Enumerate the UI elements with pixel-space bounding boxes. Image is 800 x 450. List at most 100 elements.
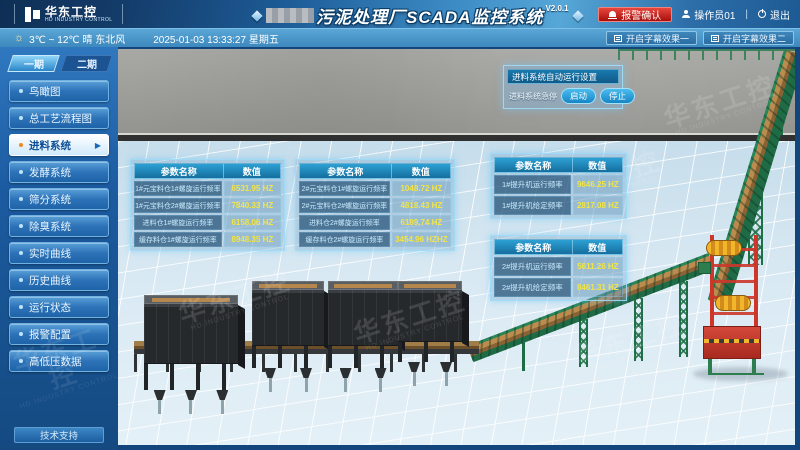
param-value-cell: 7840.33 HZ <box>224 198 281 213</box>
stop-button[interactable]: 停止 <box>600 88 635 104</box>
param-name-cell: 2#提升机运行频率 <box>494 257 571 276</box>
param-panel-silo-2: 参数名称数值 2#元宝料仓1#螺旋运行频率1048.72 HZ 2#元宝料仓2#… <box>295 159 455 251</box>
column-header: 参数名称 <box>300 164 392 178</box>
elevator-legs <box>708 359 764 375</box>
weather-icon: ☼ <box>14 32 24 44</box>
conveyor-leg <box>522 342 525 371</box>
person-icon <box>682 10 690 18</box>
hopper-legs <box>328 346 398 368</box>
table-row: 缓存料仓2#螺旋运行频率3454.96 HZHZ <box>299 232 451 247</box>
censored-plant-name <box>266 8 314 23</box>
param-value-cell: 8461.31 HZ <box>573 278 623 297</box>
datetime-text: 2025-01-03 13:33:27 星期五 <box>153 31 279 46</box>
param-name-cell: 缓存料仓2#螺旋运行频率 <box>299 232 390 247</box>
sidebar-item-fermentation-system[interactable]: 发酵系统 <box>9 161 109 183</box>
chevron-right-icon: ▶ <box>95 141 101 150</box>
sidebar-item-screening-system[interactable]: 筛分系统 <box>9 188 109 210</box>
sidebar: 一期 二期 鸟瞰图 总工艺流程图 进料系统▶ 发酵系统 筛分系统 除臭系统 实时… <box>0 47 118 450</box>
bullet-icon <box>19 305 23 309</box>
elevator-car <box>703 326 761 359</box>
table-row: 1#元宝料仓1#螺旋运行频率6531.95 HZ <box>134 181 281 196</box>
hopper-feeders <box>328 368 398 378</box>
logout-button[interactable]: 退出 <box>758 7 790 22</box>
sidebar-item-hv-lv-data[interactable]: 高低压数据 <box>9 350 109 372</box>
status-bar: ☼ 3℃ ~ 12℃ 晴 东北风 2025-01-03 13:33:27 星期五… <box>0 28 800 47</box>
diamond-icon <box>572 10 583 21</box>
floor-tabs: 一期 二期 <box>10 55 110 72</box>
param-value-cell: 5611.26 HZ <box>573 257 623 276</box>
table-row: 缓存料仓1#螺旋运行频率8948.35 HZ <box>134 232 281 247</box>
bullet-icon <box>19 332 23 336</box>
param-panel-elevator-1: 参数名称数值 1#提升机运行频率9646.25 HZ 1#提升机给定频率2817… <box>490 153 627 219</box>
roller-drum <box>706 240 742 256</box>
hopper-legs <box>398 342 462 362</box>
page-title-group: 污泥处理厂SCADA监控系统 V2.0.1 <box>248 3 587 28</box>
hopper-top <box>328 281 398 290</box>
tab-phase-2[interactable]: 二期 <box>60 55 113 72</box>
sidebar-item-run-status[interactable]: 运行状态 <box>9 296 109 318</box>
param-name-cell: 1#元宝料仓1#螺旋运行频率 <box>134 181 222 196</box>
param-value-cell: 6531.95 HZ <box>224 181 281 196</box>
sidebar-item-birdview[interactable]: 鸟瞰图 <box>9 80 109 102</box>
hopper-legs <box>144 364 238 390</box>
subtitle-icon <box>711 35 719 42</box>
param-value-cell: 6189.74 HZ <box>392 215 451 230</box>
hopper-top <box>398 281 462 290</box>
param-panel-elevator-2: 参数名称数值 2#提升机运行频率5611.26 HZ 2#提升机给定频率8461… <box>490 235 627 301</box>
road <box>118 49 795 133</box>
param-name-cell: 1#提升机给定频率 <box>494 196 571 215</box>
bullet-icon <box>19 89 23 93</box>
conveyor-leg <box>679 281 688 357</box>
tab-phase-1[interactable]: 一期 <box>7 55 60 72</box>
alarm-confirm-button[interactable]: 报警确认 <box>598 7 672 22</box>
sidebar-item-history-curve[interactable]: 历史曲线 <box>9 269 109 291</box>
param-value-cell: 6158.06 HZ <box>224 215 281 230</box>
bullet-icon <box>19 251 23 255</box>
bullet-icon <box>19 359 23 363</box>
column-header: 数值 <box>224 164 280 178</box>
bullet-icon <box>19 197 23 201</box>
page-title: 污泥处理厂SCADA监控系统 <box>316 3 543 28</box>
operator-badge[interactable]: 操作员01 <box>682 7 735 22</box>
param-name-cell: 缓存料仓1#螺旋运行频率 <box>134 232 222 247</box>
sidebar-item-alarm-config[interactable]: 报警配置 <box>9 323 109 345</box>
logo-title: 华东工控 <box>45 6 112 18</box>
top-header: 华东工控 HD INDUSTRY CONTROL 污泥处理厂SCADA监控系统 … <box>0 0 800 28</box>
column-header: 参数名称 <box>135 164 224 178</box>
sidebar-item-feed-system[interactable]: 进料系统▶ <box>9 134 109 156</box>
hopper-3 <box>328 281 398 392</box>
param-value-cell: 2817.08 HZ <box>573 196 623 215</box>
table-row: 2#提升机运行频率5611.26 HZ <box>494 257 623 276</box>
start-button[interactable]: 启动 <box>561 88 596 104</box>
feed-autorun-dialog: 进料系统自动运行设置 进料系统急停 启动 停止 <box>503 65 623 109</box>
dialog-row-label: 进料系统急停 <box>509 91 557 102</box>
weather-text: 3℃ ~ 12℃ 晴 东北风 <box>29 31 125 46</box>
sidebar-item-process-flow[interactable]: 总工艺流程图 <box>9 107 109 129</box>
hopper-front <box>144 304 238 364</box>
param-name-cell: 进料仓2#螺旋运行频率 <box>299 215 390 230</box>
hopper-top <box>144 295 238 304</box>
hopper-pipes <box>398 372 462 386</box>
sidebar-item-realtime-curve[interactable]: 实时曲线 <box>9 242 109 264</box>
logo-icon <box>25 7 40 22</box>
column-header: 数值 <box>392 164 450 178</box>
param-panel-silo-1: 参数名称数值 1#元宝料仓1#螺旋运行频率6531.95 HZ 1#元宝料仓2#… <box>130 159 285 251</box>
table-row: 1#元宝料仓2#螺旋运行频率7840.33 HZ <box>134 198 281 213</box>
param-name-cell: 进料仓1#螺旋运行频率 <box>134 215 222 230</box>
hopper-top <box>252 281 324 290</box>
bullet-icon <box>19 278 23 282</box>
hopper-front <box>252 290 324 346</box>
header-divider: | <box>745 9 748 20</box>
sidebar-item-deodorization-system[interactable]: 除臭系统 <box>9 215 109 237</box>
param-value-cell: 1048.72 HZ <box>392 181 451 196</box>
subtitle-toggle-2[interactable]: 开启字幕效果二 <box>703 31 794 45</box>
subtitle-toggle-1[interactable]: 开启字幕效果一 <box>606 31 697 45</box>
hopper-pipes <box>144 400 238 414</box>
hopper-legs <box>252 346 324 368</box>
elevator-tower <box>698 235 770 375</box>
tech-support-button[interactable]: 技术支持 <box>14 427 104 443</box>
hopper-front <box>398 290 462 342</box>
param-name-cell: 2#提升机给定频率 <box>494 278 571 297</box>
hopper-pipes <box>328 378 398 392</box>
bell-icon <box>609 11 616 17</box>
